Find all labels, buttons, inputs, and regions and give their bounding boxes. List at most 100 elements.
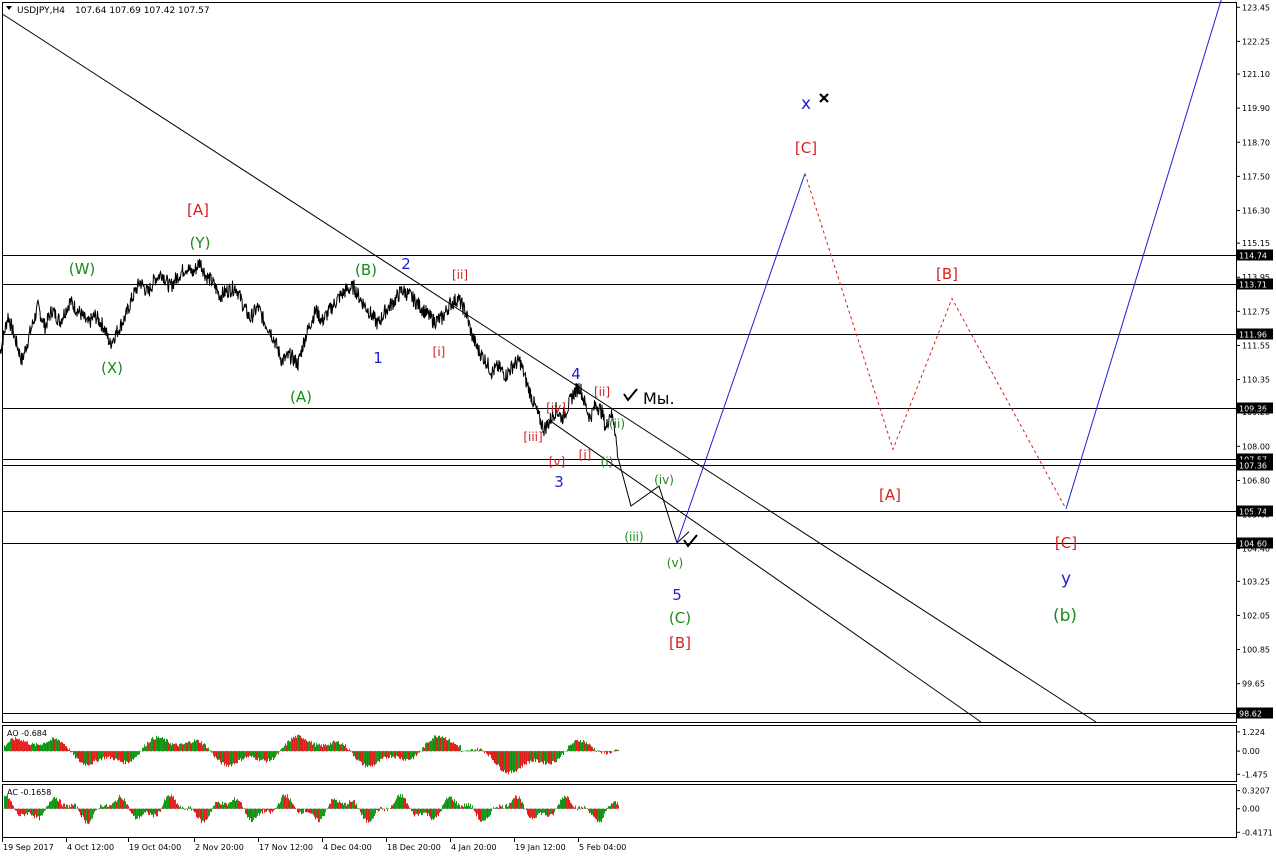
ac-panel-frame [2,784,1237,838]
forecast-path [1065,0,1222,510]
forecast-paths [617,0,1222,544]
price-tick-label: 115.15 [1242,239,1270,248]
chart-window: 114.74113.71111.96109.36107.57107.36105.… [0,0,1276,858]
wave-label: [C] [795,139,817,157]
wave-label: (Y) [190,234,211,252]
time-label: 4 Oct 12:00 [67,843,114,852]
price-tick-label: 103.25 [1242,577,1270,586]
time-label: 17 Nov 12:00 [259,843,313,852]
wave-label: (B) [355,261,377,279]
wave-label: (iv) [654,473,674,487]
time-label: 4 Dec 04:00 [323,843,372,852]
indicator-name: AO -0.684 [7,729,47,738]
wave-label: y [1061,569,1071,589]
indicator-tick-label: 0.00 [1242,747,1260,756]
forecast-path [804,173,1067,510]
price-tick-label: 119.90 [1242,104,1270,113]
channel-line [2,13,1097,723]
indicator-tick-label: -0.4171 [1242,828,1273,837]
wave-label: [A] [187,201,209,219]
indicator-tick-label: -1.475 [1242,770,1268,779]
price-series [0,258,619,459]
time-axis: 19 Sep 2017 4 Oct 12:00 19 Oct 04:00 2 Nov … [2,838,626,852]
indicator-panels: 1.224 0.00 -1.475 AO -0.684 0.3207 0.00 -0.417… [2,728,1273,837]
level-label: 107.36 [1239,462,1267,471]
price-tick-label: 99.65 [1242,680,1265,689]
level-label: 98.62 [1239,710,1262,719]
forecast-path [676,173,806,544]
price-chart[interactable]: 114.74113.71111.96109.36107.57107.36105.… [0,0,1276,858]
price-tick-label: 104.40 [1242,545,1270,554]
time-label: 19 Jan 12:00 [515,843,566,852]
time-label: 4 Jan 20:00 [451,843,497,852]
wave-label: [i] [579,448,592,462]
wave-label: [A] [879,486,901,504]
check-icon [683,534,698,548]
wave-label: (C) [669,609,691,627]
wave-label: [iii] [523,430,542,444]
level-label: 114.74 [1239,252,1267,261]
wave-label: 3 [554,473,564,491]
price-tick-label: 111.55 [1242,341,1270,350]
ao-panel-frame [2,725,1237,782]
wave-label: [ii] [452,268,468,282]
level-label: 111.96 [1239,331,1267,340]
wave-label: 5 [672,586,682,604]
price-tick-label: 121.10 [1242,70,1270,79]
wave-label: (X) [101,359,123,377]
price-tick-label: 117.50 [1242,172,1270,181]
wave-label: (iii) [624,530,643,544]
indicator-name: AC -0.1658 [7,788,51,797]
wave-label: (v) [667,556,683,570]
time-label: 19 Oct 04:00 [129,843,181,852]
price-tick-label: 118.70 [1242,138,1270,147]
indicator-tick-label: 0.3207 [1242,787,1270,796]
price-axis: 123.45 122.25 121.10 119.90 118.70 117.50 116.… [1236,3,1270,689]
price-tick-label: 100.85 [1242,646,1270,655]
check-icon [623,388,638,402]
wave-label: (ii) [609,417,625,431]
level-lines: 114.74113.71111.96109.36107.57107.36105.… [2,249,1273,719]
wave-labels: [A] (Y) (W) (X) (B) (A) 2 1 [ii] [i] 4 [ii] [iv] (ii)… [69,94,1077,652]
wave-label: [i] [433,345,446,359]
price-tick-label: 112.75 [1242,307,1270,316]
wave-label: (i) [601,455,614,469]
time-label: 5 Feb 04:00 [579,843,626,852]
wave-label: 4 [571,365,581,383]
price-tick-label: 109.20 [1242,408,1270,417]
price-tick-label: 113.95 [1242,273,1270,282]
wave-label: x [801,94,811,114]
price-tick-label: 102.05 [1242,611,1270,620]
indicator-tick-label: 1.224 [1242,728,1265,737]
price-tick-label: 106.80 [1242,476,1270,485]
wave-label: [C] [1055,534,1077,552]
channel-lines [2,13,1097,723]
time-label: 19 Sep 2017 [3,843,54,852]
wave-label: 2 [401,255,411,273]
price-tick-label: 108.00 [1242,442,1270,451]
wave-label: [B] [669,634,691,652]
price-tick-label: 110.35 [1242,376,1270,385]
wave-label: (W) [69,260,96,278]
wave-label: (A) [290,388,312,406]
price-tick-label: 123.45 [1242,3,1270,12]
symbol-label: USDJPY,H4 [17,6,65,16]
chevron-down-icon[interactable] [6,6,12,10]
cross-icon [819,93,829,103]
wave-label: [v] [549,455,565,469]
wave-label: [ii] [594,385,610,399]
wave-label: (b) [1053,606,1077,626]
main-panel-frame [2,2,1237,723]
time-label: 2 Nov 20:00 [195,843,244,852]
chart-header: USDJPY,H4 107.64 107.69 107.42 107.57 [6,6,210,16]
price-line [0,258,619,459]
wave-label: [iv] [546,401,566,415]
ohlc-values: 107.64 107.69 107.42 107.57 [75,6,210,16]
price-tick-label: 116.30 [1242,206,1270,215]
wave-label: 1 [373,349,383,367]
price-tick-label: 122.25 [1242,37,1270,46]
time-label: 18 Dec 20:00 [387,843,441,852]
price-tick-label: 105.60 [1242,511,1270,520]
indicator-tick-label: 0.00 [1242,805,1260,814]
wave-label: [B] [936,265,958,283]
